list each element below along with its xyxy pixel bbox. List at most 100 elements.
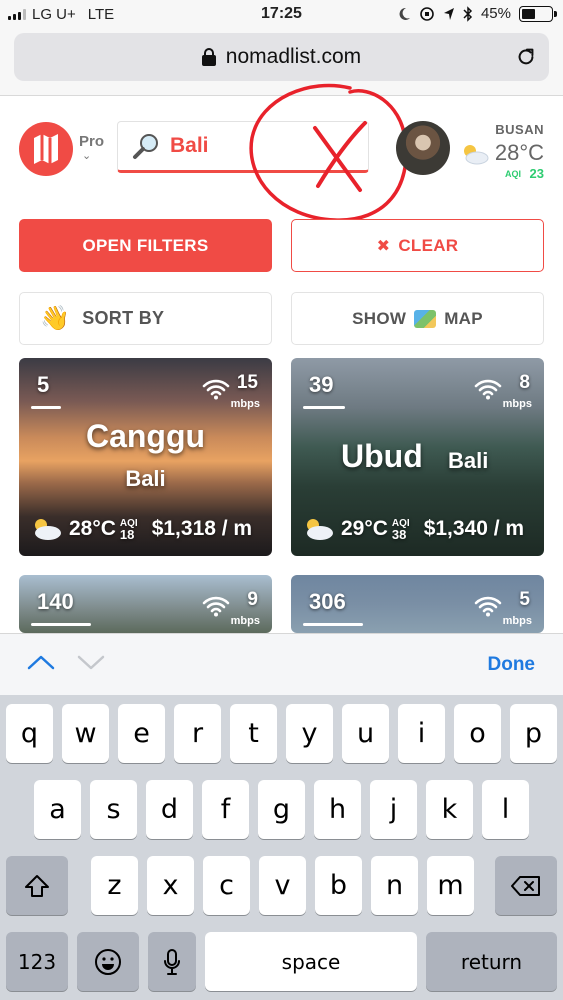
- key-j[interactable]: j: [370, 780, 417, 839]
- chevron-up-icon[interactable]: [26, 652, 56, 672]
- show-map-button[interactable]: SHOW MAP: [291, 292, 544, 345]
- sort-by-label: SORT BY: [82, 308, 165, 328]
- waving-hand-icon: 👋: [40, 305, 71, 332]
- pro-label[interactable]: Pro: [79, 133, 104, 150]
- key-s[interactable]: s: [90, 780, 137, 839]
- shift-icon: [25, 874, 49, 897]
- key-k[interactable]: k: [426, 780, 473, 839]
- city-card-ubud[interactable]: 39 8 mbps Ubud Bali 29°C AQI 38 $1,340 / …: [291, 358, 544, 556]
- key-o[interactable]: o: [454, 704, 501, 763]
- wifi-icon: [474, 596, 502, 617]
- weather-city: BUSAN: [495, 122, 544, 137]
- backspace-key[interactable]: [495, 856, 557, 915]
- dictation-key[interactable]: [148, 932, 196, 991]
- city-rank: 5: [37, 372, 50, 397]
- open-filters-label: OPEN FILTERS: [82, 235, 209, 255]
- microphone-icon: [164, 948, 180, 975]
- bluetooth-icon: [463, 5, 473, 22]
- aqi-value: 23: [529, 166, 544, 181]
- map-label: MAP: [444, 308, 483, 328]
- aqi-value: 38: [391, 527, 407, 542]
- shift-key[interactable]: [6, 856, 68, 915]
- key-f[interactable]: f: [202, 780, 249, 839]
- key-v[interactable]: v: [259, 856, 306, 915]
- key-d[interactable]: d: [146, 780, 193, 839]
- city-rank: 306: [309, 589, 346, 614]
- url-text: nomadlist.com: [225, 45, 362, 68]
- close-icon: ✖: [376, 237, 391, 255]
- key-z[interactable]: z: [91, 856, 138, 915]
- key-g[interactable]: g: [258, 780, 305, 839]
- open-filters-button[interactable]: OPEN FILTERS: [19, 219, 272, 272]
- city-card-canggu[interactable]: 5 15 mbps Canggu Bali 28°C AQI 18 $1,318 …: [19, 358, 272, 556]
- clear-button[interactable]: ✖ CLEAR: [291, 219, 544, 272]
- address-bar[interactable]: nomadlist.com: [14, 33, 549, 81]
- key-x[interactable]: x: [147, 856, 194, 915]
- wifi-icon: [474, 379, 502, 400]
- key-l[interactable]: l: [482, 780, 529, 839]
- key-m[interactable]: m: [427, 856, 474, 915]
- key-t[interactable]: t: [230, 704, 277, 763]
- space-key[interactable]: space: [205, 932, 417, 991]
- key-e[interactable]: e: [118, 704, 165, 763]
- city-rank: 140: [37, 589, 74, 614]
- return-key[interactable]: return: [426, 932, 557, 991]
- battery-icon: [519, 5, 557, 22]
- key-w[interactable]: w: [62, 704, 109, 763]
- key-i[interactable]: i: [398, 704, 445, 763]
- city-cost: $1,340 / m: [423, 517, 525, 540]
- orientation-lock-icon: [420, 6, 434, 21]
- key-y[interactable]: y: [286, 704, 333, 763]
- onscreen-keyboard: qwertyuiop asdfghjkl zxcvbnm 123 space r…: [0, 695, 563, 1000]
- nomadlist-logo[interactable]: [19, 122, 73, 176]
- chevron-down-icon[interactable]: ⌄: [82, 149, 91, 162]
- internet-speed: 5: [519, 589, 530, 610]
- magnifier-icon: [133, 134, 158, 159]
- key-r[interactable]: r: [174, 704, 221, 763]
- clear-label: CLEAR: [398, 235, 459, 255]
- battery-percent: 45%: [480, 5, 511, 22]
- reload-icon[interactable]: [515, 46, 537, 68]
- mbps-label: mbps: [230, 398, 260, 410]
- keyboard-accessory-bar: Done: [0, 633, 563, 695]
- key-a[interactable]: a: [34, 780, 81, 839]
- mbps-label: mbps: [230, 615, 260, 627]
- mbps-label: mbps: [502, 398, 532, 410]
- key-n[interactable]: n: [371, 856, 418, 915]
- rank-underline: [303, 406, 345, 409]
- chevron-down-icon[interactable]: [76, 652, 106, 672]
- internet-speed: 9: [247, 589, 258, 610]
- city-region: Bali: [125, 466, 166, 491]
- sort-by-button[interactable]: 👋 SORT BY: [19, 292, 272, 345]
- numbers-key[interactable]: 123: [6, 932, 68, 991]
- search-input[interactable]: Bali: [117, 121, 369, 173]
- key-q[interactable]: q: [6, 704, 53, 763]
- city-temp: 29°C: [341, 517, 388, 540]
- mbps-label: mbps: [502, 615, 532, 627]
- city-temp: 28°C: [69, 517, 116, 540]
- wifi-icon: [202, 379, 230, 400]
- browser-toolbar: nomadlist.com: [0, 30, 563, 96]
- aqi-value: 18: [119, 527, 135, 542]
- city-rank: 39: [309, 372, 334, 397]
- key-b[interactable]: b: [315, 856, 362, 915]
- key-c[interactable]: c: [203, 856, 250, 915]
- rank-underline: [31, 623, 91, 626]
- wifi-icon: [202, 596, 230, 617]
- city-region: Bali: [448, 448, 489, 473]
- emoji-key[interactable]: [77, 932, 139, 991]
- city-card[interactable]: 140 9 mbps: [19, 575, 272, 633]
- key-h[interactable]: h: [314, 780, 361, 839]
- backspace-icon: [511, 875, 540, 896]
- user-avatar[interactable]: [396, 121, 450, 175]
- key-u[interactable]: u: [342, 704, 389, 763]
- done-button[interactable]: Done: [488, 654, 536, 676]
- lock-icon: [201, 48, 216, 66]
- city-name: Canggu: [85, 418, 206, 454]
- key-p[interactable]: p: [510, 704, 557, 763]
- city-card[interactable]: 306 5 mbps: [291, 575, 544, 633]
- internet-speed: 8: [519, 372, 530, 393]
- map-logo-icon: [34, 134, 58, 164]
- partly-cloudy-icon: [464, 145, 489, 165]
- moon-icon: [399, 7, 410, 20]
